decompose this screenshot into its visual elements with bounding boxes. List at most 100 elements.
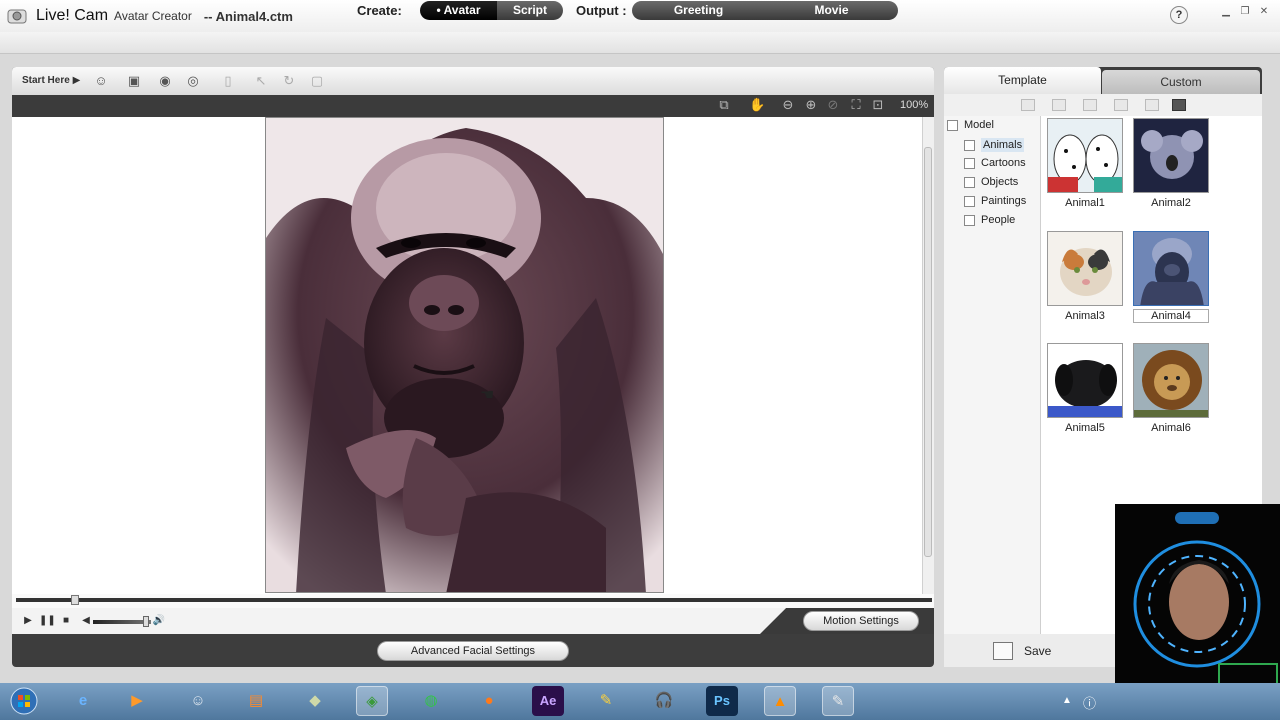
thumbnail-animal5[interactable] (1047, 343, 1123, 418)
export-icon[interactable] (1052, 99, 1066, 111)
volume-knob[interactable] (143, 616, 149, 627)
start-here-button[interactable]: Start Here ▶ (22, 75, 80, 86)
document-icon[interactable]: ▯ (219, 73, 237, 89)
rotate-icon[interactable]: ↻ (280, 73, 298, 89)
lion-image (1134, 344, 1208, 417)
script-mode-button[interactable]: Script (497, 1, 563, 20)
cursor-icon[interactable]: ↖ (252, 73, 270, 89)
office-icon[interactable]: ▤ (240, 686, 272, 716)
pen-icon[interactable]: ⊘ (825, 97, 841, 113)
livecam-app-icon[interactable]: ◈ (356, 686, 388, 716)
fullscreen-icon[interactable]: ⛶ (848, 97, 864, 113)
greeting-output-button[interactable]: Greeting (632, 1, 765, 20)
tree-item-animals[interactable]: Animals (964, 138, 1025, 152)
gorilla-image (266, 118, 663, 592)
motion-settings-button[interactable]: Motion Settings (803, 611, 919, 631)
edit-toolbar (12, 67, 934, 95)
thumbnail-animal2[interactable] (1133, 118, 1209, 193)
folder-icon (964, 157, 975, 169)
tab-custom[interactable]: Custom (1102, 70, 1260, 94)
thumbnail-label: Animal6 (1151, 422, 1191, 434)
hand-cursor-icon: ☚ (480, 387, 495, 404)
paint-icon[interactable]: ✎ (590, 686, 622, 716)
document-name: -- Animal4.ctm (203, 8, 293, 24)
play-arrow-icon: ▶ (72, 75, 81, 86)
timeline-track[interactable] (16, 598, 932, 602)
tray-arrow-icon[interactable]: ▲ (1062, 695, 1072, 706)
vlc-icon[interactable]: ▲ (764, 686, 796, 716)
folder-icon (964, 214, 975, 226)
avatar-photo[interactable] (265, 117, 664, 593)
output-label: Output : (576, 3, 627, 18)
tree-item-objects[interactable]: Objects (964, 176, 1018, 188)
copy-icon[interactable] (1083, 99, 1097, 111)
folder-icon (964, 195, 975, 207)
thumbnail-animal1[interactable] (1047, 118, 1123, 193)
mode-bar (0, 32, 1280, 54)
thumbnail-animal6[interactable] (1133, 343, 1209, 418)
actual-size-icon[interactable]: ⊡ (870, 97, 886, 113)
thumbnail-animal4[interactable] (1133, 231, 1209, 306)
stop-icon[interactable]: ■ (59, 614, 73, 628)
save-button[interactable]: Save (1024, 644, 1051, 658)
app-subtitle: Avatar Creator (114, 9, 192, 23)
folder-icon (947, 119, 958, 131)
eye-lashes-icon[interactable]: ◎ (184, 73, 202, 89)
tab-template[interactable]: Template (944, 67, 1101, 94)
delete-icon[interactable] (1145, 99, 1159, 111)
folder-icon (964, 139, 975, 151)
internet-explorer-icon[interactable]: e (67, 686, 99, 716)
thumbnail-label: Animal2 (1151, 197, 1191, 209)
eye-icon[interactable]: ◉ (156, 73, 174, 89)
after-effects-icon[interactable]: Ae (532, 686, 564, 716)
speaker-low-icon[interactable]: ◀ (79, 614, 93, 628)
zoom-out-icon[interactable]: ⊖ (780, 97, 796, 113)
app-name: Live! Cam (36, 7, 109, 24)
advanced-facial-settings-button[interactable]: Advanced Facial Settings (377, 641, 569, 661)
firefox-icon[interactable]: ● (473, 686, 505, 716)
help-button[interactable]: ? (1170, 6, 1188, 24)
face-icon[interactable]: ☺ (92, 73, 110, 89)
maximize-icon[interactable]: ❐ (1238, 6, 1252, 20)
avatar-mode-button[interactable]: • Avatar (420, 1, 497, 20)
pause-icon[interactable]: ❚❚ (39, 614, 56, 628)
photoshop-icon[interactable]: Ps (706, 686, 738, 716)
puppy-image (1048, 344, 1122, 417)
zoom-in-icon[interactable]: ⊕ (803, 97, 819, 113)
chrome-icon[interactable]: ◍ (415, 686, 447, 716)
headphones-icon[interactable]: 🎧 (648, 686, 680, 716)
tree-item-paintings[interactable]: Paintings (964, 195, 1026, 207)
category-tree (944, 116, 1041, 634)
hand-icon[interactable]: ✋ (749, 97, 765, 113)
document-app-icon[interactable]: ◆ (299, 686, 331, 716)
finder-icon[interactable]: ☺ (182, 686, 214, 716)
cat-image (1048, 232, 1122, 305)
tree-root-model[interactable]: Model (947, 119, 994, 131)
close-icon[interactable]: ✕ (1257, 6, 1271, 20)
save-icon[interactable] (993, 642, 1013, 660)
play-icon[interactable]: ▶ (21, 614, 35, 628)
timeline-scrubber[interactable] (71, 595, 79, 605)
thumbnail-label: Animal1 (1065, 197, 1105, 209)
template-toolbar (944, 94, 1262, 116)
app-logo-icon (7, 9, 27, 24)
avatar-creator-icon[interactable]: ✎ (822, 686, 854, 716)
import-icon[interactable] (1021, 99, 1035, 111)
start-button-icon[interactable] (8, 686, 40, 716)
create-label: Create: (357, 3, 402, 18)
media-player-icon[interactable]: ▶ (121, 686, 153, 716)
speaker-high-icon[interactable]: 🔊 (152, 614, 166, 628)
tree-item-cartoons[interactable]: Cartoons (964, 157, 1026, 169)
fit-icon[interactable]: ⧉ (716, 97, 732, 113)
movie-output-button[interactable]: Movie (765, 1, 898, 20)
thumbnail-animal3[interactable] (1047, 231, 1123, 306)
frame-icon[interactable]: ▢ (308, 73, 326, 89)
silhouette-icon[interactable]: ▣ (125, 73, 143, 89)
tray-info-icon[interactable]: ⓘ (1083, 693, 1096, 712)
paste-icon[interactable] (1114, 99, 1128, 111)
tree-item-people[interactable]: People (964, 214, 1015, 226)
minimize-icon[interactable]: ▁ (1219, 6, 1233, 20)
view-toggle-icon[interactable] (1172, 99, 1186, 111)
scrollbar-thumb[interactable] (924, 147, 932, 557)
thumbnail-label: Animal3 (1065, 310, 1105, 322)
